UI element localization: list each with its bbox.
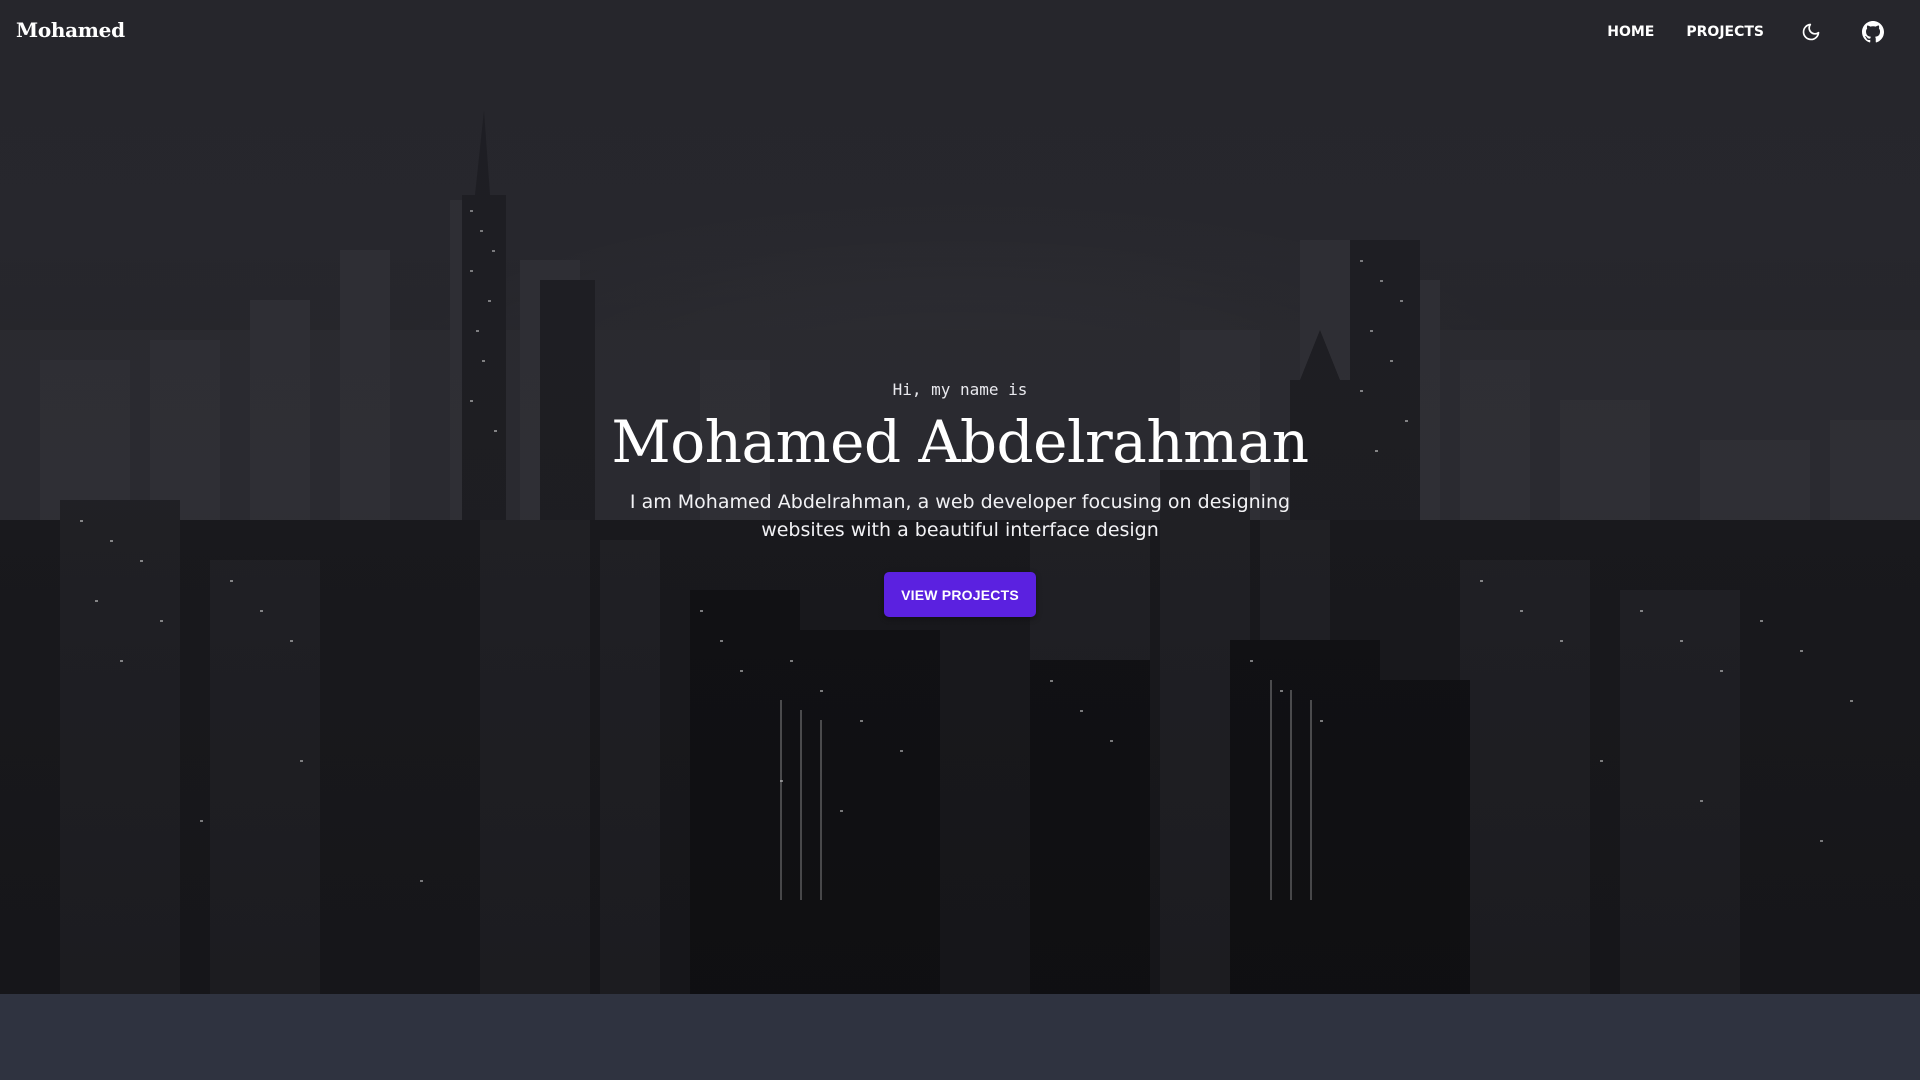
hero-description: I am Mohamed Abdelrahman, a web develope… <box>629 491 1291 541</box>
brand-logo-link[interactable]: Mohamed <box>16 18 125 42</box>
hero-section: Mohamed HOME PROJECTS Hi, my name is Moh… <box>0 0 1920 994</box>
section-heading-peek <box>0 1066 1920 1080</box>
moon-icon[interactable] <box>1798 19 1824 45</box>
github-icon[interactable] <box>1860 19 1886 45</box>
nav-links: HOME PROJECTS <box>1591 0 1920 64</box>
nav-projects-link[interactable]: PROJECTS <box>1670 24 1780 40</box>
hero-greeting: Hi, my name is <box>892 380 1028 399</box>
hero-content: Hi, my name is Mohamed Abdelrahman I am … <box>0 380 1920 617</box>
top-navbar: Mohamed HOME PROJECTS <box>0 0 1920 64</box>
nav-home-link[interactable]: HOME <box>1591 24 1670 40</box>
hero-name-heading: Mohamed Abdelrahman <box>611 408 1309 476</box>
about-section <box>0 994 1920 1080</box>
view-projects-button[interactable]: VIEW PROJECTS <box>884 572 1036 617</box>
page: Mohamed HOME PROJECTS Hi, my name is Moh… <box>0 0 1920 1080</box>
